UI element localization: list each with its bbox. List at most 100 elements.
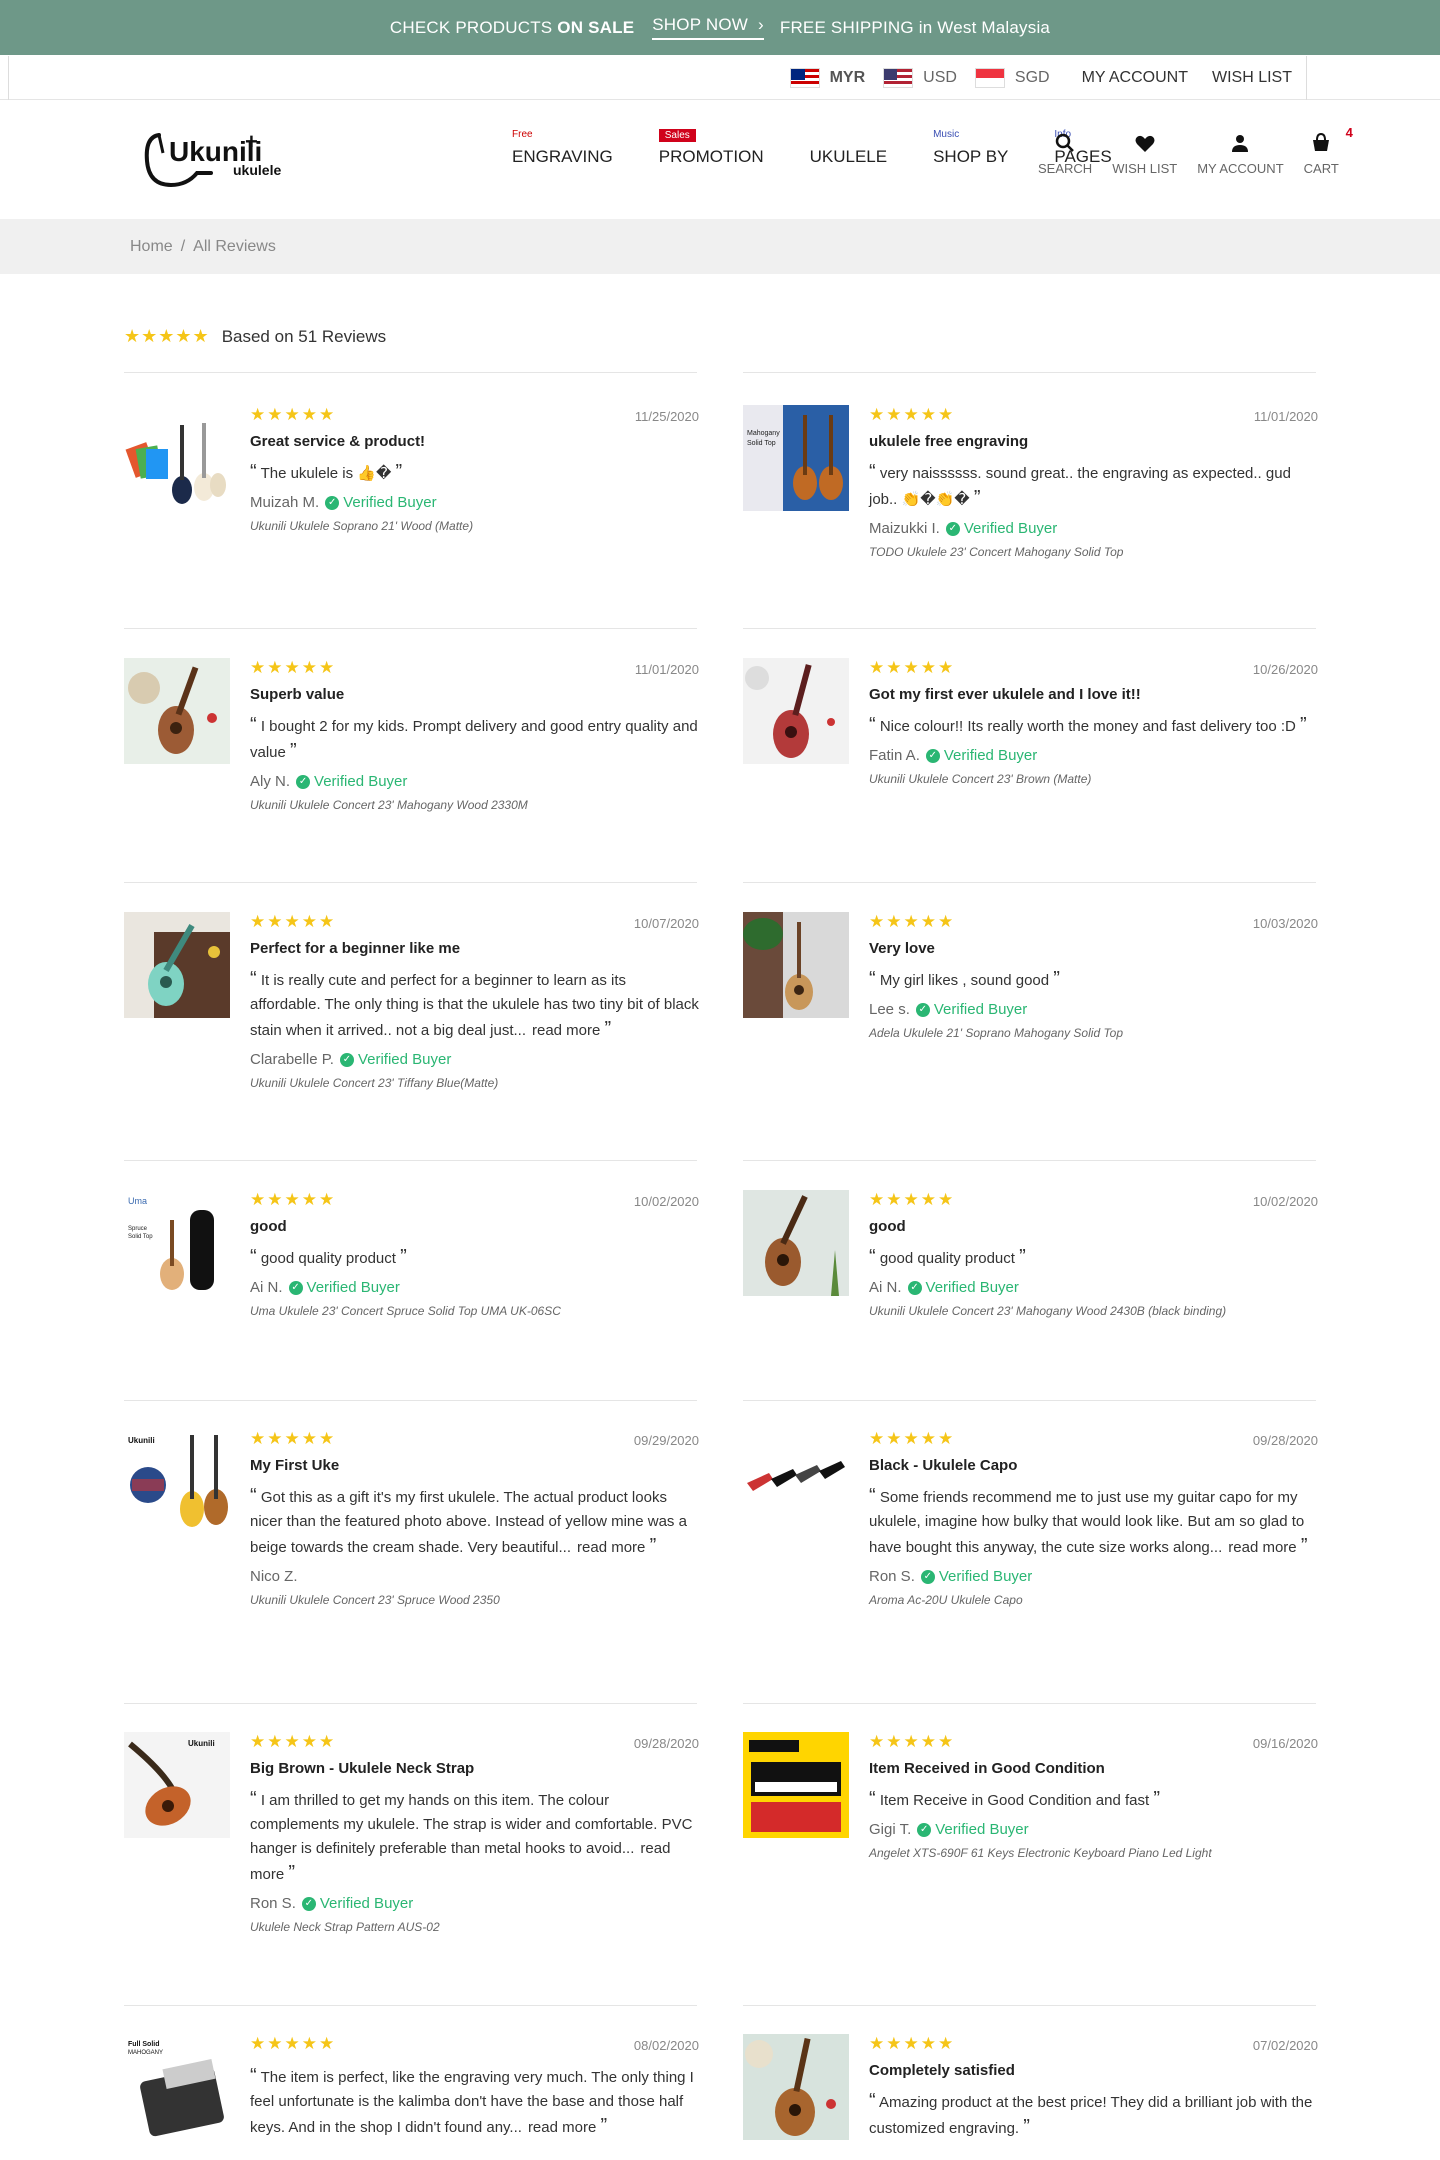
review-body: ★★★★★ 09/16/2020 Item Received in Good Con… bbox=[869, 1732, 1318, 1860]
review-stars: ★★★★★ bbox=[250, 1429, 337, 1448]
my-account-button[interactable]: MY ACCOUNT bbox=[1197, 131, 1284, 176]
review-product-name[interactable]: TODO Ukulele 23' Concert Mahogany Solid … bbox=[869, 545, 1318, 559]
review-product-image[interactable] bbox=[743, 2034, 849, 2140]
us-flag-icon[interactable] bbox=[883, 68, 914, 88]
review-body: ★★★★★ 09/28/2020 Black - Ukulele Capo “ Som… bbox=[869, 1429, 1318, 1607]
review-date: 10/02/2020 bbox=[633, 1194, 699, 1209]
wish-list-link[interactable]: WISH LIST bbox=[1212, 69, 1292, 87]
review-stars: ★★★★★ bbox=[250, 658, 337, 677]
nav-engraving[interactable]: Free ENGRAVING bbox=[512, 129, 613, 167]
free-shipping-region: in West Malaysia bbox=[918, 17, 1051, 37]
review-product-name[interactable]: Ukunili Ukulele Soprano 21' Wood (Matte) bbox=[250, 519, 699, 533]
nav-label[interactable]: PROMOTION bbox=[659, 147, 764, 166]
review-product-image[interactable]: Full Solid MAHOGANY bbox=[124, 2034, 230, 2140]
review-date: 08/02/2020 bbox=[633, 2038, 699, 2053]
read-more-link[interactable]: read more bbox=[577, 1539, 645, 1556]
close-quote-icon: ” bbox=[395, 461, 403, 483]
singapore-flag-icon[interactable] bbox=[974, 68, 1005, 88]
site-logo[interactable]: Ukunili + ukulele bbox=[141, 123, 311, 197]
review-product-image[interactable]: Ukunili bbox=[124, 1732, 230, 1838]
verified-label: Verified Buyer bbox=[343, 494, 437, 511]
cart-count-badge: 4 bbox=[1345, 125, 1353, 140]
review-product-image[interactable]: Uma Spruce Solid Top bbox=[124, 1190, 230, 1296]
nav-label[interactable]: UKULELE bbox=[810, 147, 887, 166]
review-product-name[interactable]: Adela Ukulele 21' Soprano Mahogany Solid… bbox=[869, 1026, 1318, 1040]
nav-label[interactable]: ENGRAVING bbox=[512, 147, 613, 166]
verified-buyer-badge: ✓ Verified Buyer bbox=[301, 1895, 413, 1912]
review-product-image[interactable] bbox=[124, 912, 230, 1018]
my-account-link[interactable]: MY ACCOUNT bbox=[1082, 69, 1188, 87]
currency-myr[interactable]: MYR bbox=[830, 69, 866, 87]
review-stars: ★★★★★ bbox=[869, 912, 956, 931]
nav-shop-by[interactable]: Music SHOP BY bbox=[933, 129, 1008, 167]
utility-divider-right bbox=[1306, 56, 1307, 100]
review-product-image[interactable]: Mahogany Solid Top bbox=[743, 405, 849, 511]
review-product-name[interactable]: Ukunili Ukulele Concert 23' Spruce Wood … bbox=[250, 1593, 699, 1607]
search-button[interactable]: SEARCH bbox=[1038, 131, 1092, 176]
review-product-image[interactable] bbox=[743, 1732, 849, 1838]
review-text: “ Amazing product at the best price! The… bbox=[869, 2089, 1318, 2141]
review-product-image[interactable] bbox=[743, 912, 849, 1018]
review-product-name[interactable]: Ukunili Ukulele Concert 23' Tiffany Blue… bbox=[250, 1076, 699, 1090]
review-text-content: Item Receive in Good Condition and fast bbox=[879, 1792, 1150, 1809]
review-text-content: I bought 2 for my kids. Prompt delivery … bbox=[250, 718, 698, 761]
review-author-row: Gigi T. ✓ Verified Buyer bbox=[869, 1821, 1318, 1838]
verified-label: Verified Buyer bbox=[314, 773, 408, 790]
review-text: “ It is really cute and perfect for a be… bbox=[250, 967, 699, 1043]
verified-check-icon: ✓ bbox=[917, 1822, 932, 1837]
breadcrumb-home[interactable]: Home bbox=[130, 238, 173, 256]
wish-list-button[interactable]: WISH LIST bbox=[1112, 131, 1177, 176]
review-product-name[interactable]: Ukunili Ukulele Concert 23' Brown (Matte… bbox=[869, 772, 1318, 786]
verified-label: Verified Buyer bbox=[925, 1279, 1019, 1296]
review-text: “ Some friends recommend me to just use … bbox=[869, 1484, 1318, 1560]
review-product-name[interactable]: Uma Ukulele 23' Concert Spruce Solid Top… bbox=[250, 1304, 699, 1318]
review-body: ★★★★★ 10/26/2020 Got my first ever ukulele… bbox=[869, 658, 1318, 786]
utility-bar: MYR USD SGD MY ACCOUNT WISH LIST bbox=[0, 56, 1440, 100]
review-author: Ai N. bbox=[250, 1279, 283, 1296]
verified-buyer-badge: ✓ Verified Buyer bbox=[920, 1568, 1032, 1585]
nav-promotion[interactable]: Sales PROMOTION bbox=[658, 129, 764, 167]
review-product-name[interactable]: Ukunili Ukulele Concert 23' Mahogany Woo… bbox=[869, 1304, 1318, 1318]
svg-text:+: + bbox=[245, 129, 258, 154]
review-product-image[interactable] bbox=[743, 658, 849, 764]
review-author-row: Ai N. ✓ Verified Buyer bbox=[250, 1279, 699, 1296]
review-product-name[interactable]: Ukunili Ukulele Concert 23' Mahogany Woo… bbox=[250, 798, 699, 812]
shop-now-link[interactable]: SHOP NOW › bbox=[652, 15, 764, 40]
read-more-link[interactable]: read more bbox=[1228, 1539, 1296, 1556]
svg-text:Mahogany: Mahogany bbox=[747, 430, 780, 437]
nav-label[interactable]: SHOP BY bbox=[933, 147, 1008, 166]
review-title: Perfect for a beginner like me bbox=[250, 940, 461, 957]
review-author-row: Aly N. ✓ Verified Buyer bbox=[250, 773, 699, 790]
review-product-name[interactable]: Ukulele Neck Strap Pattern AUS-02 bbox=[250, 1920, 699, 1934]
open-quote-icon: “ bbox=[250, 2065, 257, 2087]
review-product-image[interactable] bbox=[743, 1190, 849, 1296]
summary-stars: ★★★★★ bbox=[124, 326, 210, 346]
review-product-name[interactable]: Angelet XTS-690F 61 Keys Electronic Keyb… bbox=[869, 1846, 1318, 1860]
currency-sgd[interactable]: SGD bbox=[1015, 69, 1050, 87]
review-text-content: I am thrilled to get my hands on this it… bbox=[250, 1792, 693, 1857]
review-product-image[interactable]: Ukunili bbox=[124, 1429, 230, 1535]
verified-buyer-badge: ✓ Verified Buyer bbox=[945, 520, 1057, 537]
close-quote-icon: ” bbox=[290, 740, 297, 762]
review-date: 09/16/2020 bbox=[1252, 1736, 1318, 1751]
verified-label: Verified Buyer bbox=[933, 1001, 1028, 1018]
nav-ukulele[interactable]: UKULELE bbox=[810, 129, 887, 167]
shop-now-label[interactable]: SHOP NOW bbox=[652, 15, 748, 35]
close-quote-icon: ” bbox=[400, 1246, 407, 1268]
review-product-image[interactable] bbox=[124, 405, 230, 511]
review-product-name[interactable]: Aroma Ac-20U Ukulele Capo bbox=[869, 1593, 1318, 1607]
review-divider bbox=[124, 2005, 697, 2006]
read-more-link[interactable]: read more bbox=[528, 2119, 596, 2136]
malaysia-flag-icon[interactable] bbox=[789, 68, 820, 88]
read-more-link[interactable]: read more bbox=[532, 1022, 600, 1039]
close-quote-icon: ” bbox=[1019, 1246, 1026, 1268]
review-product-image[interactable] bbox=[743, 1429, 849, 1535]
close-quote-icon: ” bbox=[1300, 1535, 1308, 1557]
cart-button[interactable]: CART 4 bbox=[1304, 125, 1353, 176]
verified-buyer-badge: ✓ Verified Buyer bbox=[339, 1051, 451, 1068]
review-title: Superb value bbox=[250, 686, 345, 703]
review-product-image[interactable] bbox=[124, 658, 230, 764]
verified-check-icon: ✓ bbox=[339, 1052, 354, 1067]
currency-usd[interactable]: USD bbox=[923, 69, 957, 87]
review-author: Lee s. bbox=[869, 1001, 910, 1018]
